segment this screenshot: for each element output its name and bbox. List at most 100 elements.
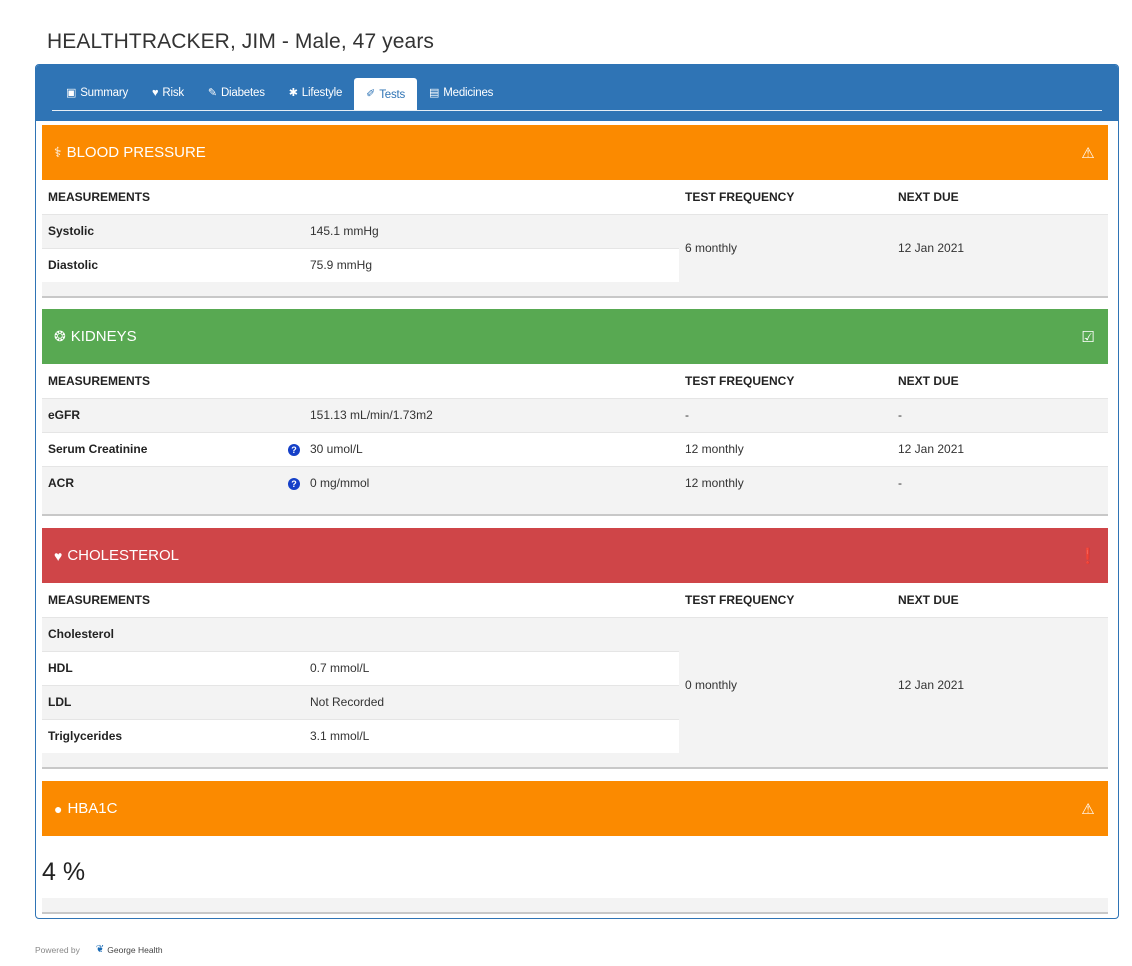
section-title: HBA1C	[67, 800, 118, 817]
measurement-value: 145.1 mmHg	[304, 213, 679, 248]
section-footer	[42, 282, 1108, 298]
section-title: KIDNEYS	[70, 328, 137, 345]
patient-card: ▣ Summary ♥ Risk ✎ Diabetes ✱ Lifestyle ✐ Tes…	[35, 64, 1119, 919]
measurement-label: eGFR	[42, 397, 274, 432]
section-title: CHOLESTEROL	[67, 547, 180, 564]
section-footer	[42, 898, 1108, 914]
table-row: eGFR 151.13 mL/min/1.73m2 - -	[42, 397, 1108, 432]
tab-lifestyle[interactable]: ✱ Lifestyle	[277, 78, 354, 108]
column-header: NEXT DUE	[898, 592, 959, 607]
measurement-label: Serum Creatinine	[42, 431, 274, 466]
tab-label: Lifestyle	[301, 87, 343, 99]
blood-pressure-table: MEASUREMENTS TEST FREQUENCY NEXT DUE Sys…	[42, 180, 1108, 282]
tab-bar: ▣ Summary ♥ Risk ✎ Diabetes ✱ Lifestyle ✐ Tes…	[36, 65, 1118, 121]
test-frequency: 12 monthly	[679, 431, 892, 466]
measurement-value: 0.7 mmol/L	[304, 650, 679, 685]
section-title: BLOOD PRESSURE	[66, 144, 206, 161]
tab-divider	[52, 110, 1102, 111]
kidneys-table: MEASUREMENTS TEST FREQUENCY NEXT DUE eGF…	[42, 364, 1108, 500]
tab-medicines[interactable]: ▤ Medicines	[417, 78, 505, 108]
measurement-label: HDL	[42, 650, 274, 685]
pencil-icon: ✎	[207, 86, 217, 99]
cholesterol-header[interactable]: ♥ CHOLESTEROL ❗	[42, 528, 1108, 583]
table-row: Serum Creatinine ? 30 umol/L 12 monthly …	[42, 431, 1108, 466]
measurement-label: Systolic	[42, 213, 274, 248]
section-footer	[42, 753, 1108, 769]
measurement-value: 75.9 mmHg	[304, 247, 679, 282]
tab-label: Medicines	[443, 87, 494, 99]
test-frequency: 6 monthly	[679, 213, 892, 282]
measurement-value: Not Recorded	[304, 684, 679, 719]
warning-icon: ⚠	[1081, 800, 1095, 818]
section-footer	[42, 500, 1108, 516]
measurement-label: LDL	[42, 684, 274, 719]
blood-pressure-header[interactable]: ⚕ BLOOD PRESSURE ⚠	[42, 125, 1108, 180]
tab-list: ▣ Summary ♥ Risk ✎ Diabetes ✱ Lifestyle ✐ Tes…	[54, 78, 505, 111]
test-frequency: 0 monthly	[679, 616, 892, 753]
heart-icon: ♥	[54, 547, 63, 564]
next-due: 12 Jan 2021	[892, 431, 1108, 466]
droplet-icon: ●	[54, 800, 63, 817]
powered-by: Powered by ❦ George Health	[35, 944, 163, 955]
tab-diabetes[interactable]: ✎ Diabetes	[196, 78, 277, 108]
clipboard-icon: ▣	[66, 86, 77, 99]
powered-by-label: Powered by	[35, 944, 80, 955]
column-header: NEXT DUE	[898, 189, 959, 204]
running-icon: ✱	[288, 86, 298, 99]
brand-name: George Health	[107, 944, 163, 955]
column-header: TEST FREQUENCY	[685, 592, 795, 607]
brand-logo[interactable]: ❦ George Health	[96, 944, 163, 955]
exclamation-circle-icon: ❗	[1078, 547, 1098, 565]
tab-tests[interactable]: ✐ Tests	[354, 78, 418, 111]
cholesterol-section: ♥ CHOLESTEROL ❗ MEASUREMENTS TEST FREQUEN…	[42, 528, 1108, 769]
measurement-label: ACR	[42, 465, 274, 500]
measurement-value: 0 mg/mmol	[304, 465, 679, 500]
tab-label: Risk	[162, 87, 184, 99]
measurement-label: Diastolic	[42, 247, 274, 282]
kidneys-header[interactable]: ❂ KIDNEYS ☑	[42, 309, 1108, 364]
blood-pressure-section: ⚕ BLOOD PRESSURE ⚠ MEASUREMENTS TEST FREQ…	[42, 125, 1108, 298]
tab-summary[interactable]: ▣ Summary	[54, 78, 140, 108]
test-frequency: 12 monthly	[679, 465, 892, 500]
measurement-value: 3.1 mmol/L	[304, 718, 679, 753]
test-frequency: -	[679, 397, 892, 432]
next-due: -	[892, 397, 1108, 432]
leaf-icon: ❦	[95, 944, 105, 955]
pen-icon: ✐	[366, 88, 376, 100]
kidneys-icon: ❂	[54, 328, 66, 344]
column-header: TEST FREQUENCY	[685, 373, 795, 388]
help-icon[interactable]: ?	[288, 478, 300, 491]
heart-icon: ♥	[152, 86, 159, 99]
tab-label: Tests	[379, 88, 406, 101]
measurement-value: 30 umol/L	[304, 431, 679, 466]
next-due: 12 Jan 2021	[892, 213, 1108, 282]
tab-label: Diabetes	[220, 87, 265, 99]
hba1c-section: ● HBA1C ⚠ 4 %	[42, 781, 1108, 914]
next-due: 12 Jan 2021	[892, 616, 1108, 753]
hba1c-header[interactable]: ● HBA1C ⚠	[42, 781, 1108, 836]
measurement-value	[304, 616, 679, 651]
measurement-label: Triglycerides	[42, 718, 274, 753]
cholesterol-table: MEASUREMENTS TEST FREQUENCY NEXT DUE Cho…	[42, 583, 1108, 753]
tab-label: Summary	[80, 87, 129, 99]
column-header: TEST FREQUENCY	[685, 189, 795, 204]
table-row: Systolic 145.1 mmHg 6 monthly 12 Jan 202…	[42, 213, 1108, 282]
stethoscope-icon: ⚕	[54, 144, 62, 160]
pill-bottle-icon: ▤	[429, 86, 440, 99]
check-square-icon: ☑	[1081, 328, 1095, 346]
hba1c-value: 4 %	[42, 858, 86, 886]
kidneys-section: ❂ KIDNEYS ☑ MEASUREMENTS TEST FREQUENCY N…	[42, 309, 1108, 516]
column-header: MEASUREMENTS	[48, 592, 151, 607]
column-header: MEASUREMENTS	[48, 189, 151, 204]
column-header: NEXT DUE	[898, 373, 959, 388]
table-row: ACR ? 0 mg/mmol 12 monthly -	[42, 465, 1108, 500]
next-due: -	[892, 465, 1108, 500]
page-title: HEALTHTRACKER, JIM - Male, 47 years	[47, 30, 435, 53]
warning-icon: ⚠	[1081, 144, 1095, 162]
measurement-value: 151.13 mL/min/1.73m2	[304, 397, 679, 432]
column-header: MEASUREMENTS	[48, 373, 151, 388]
table-row: Cholesterol 0 monthly 12 Jan 2021	[42, 616, 1108, 753]
measurement-label: Cholesterol	[42, 616, 274, 651]
help-icon[interactable]: ?	[288, 444, 300, 456]
tab-risk[interactable]: ♥ Risk	[140, 78, 196, 108]
